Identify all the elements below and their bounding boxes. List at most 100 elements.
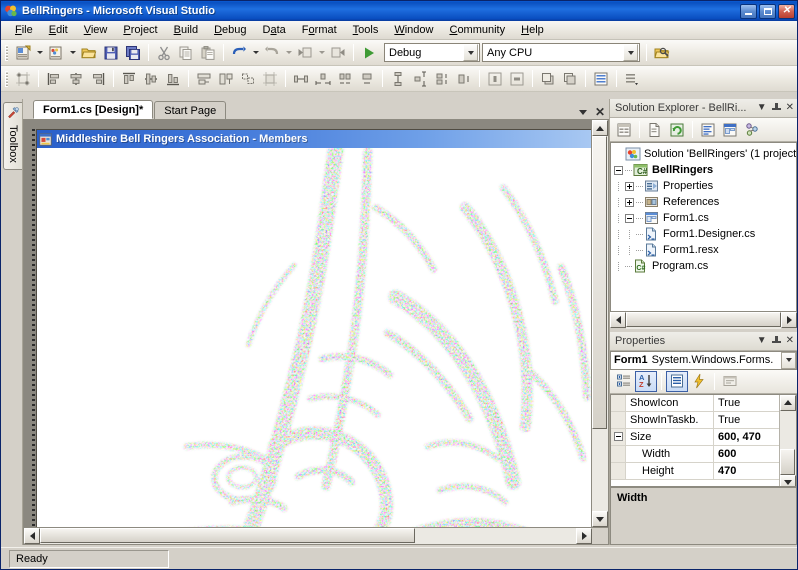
chevron-down-icon[interactable] xyxy=(463,44,478,61)
property-value[interactable]: True xyxy=(714,412,779,428)
add-new-item-icon[interactable] xyxy=(45,42,67,64)
bring-to-front-icon[interactable] xyxy=(537,68,559,90)
horizontal-spacing-remove-icon[interactable] xyxy=(356,68,378,90)
solution-explorer-tree[interactable]: Solution 'BellRingers' (1 project) C# xyxy=(610,142,797,312)
property-pages-icon[interactable] xyxy=(719,371,741,392)
tree-item-form1-cs[interactable]: Form1.cs xyxy=(614,210,796,226)
properties-view-icon[interactable] xyxy=(666,371,688,392)
tree-item-references[interactable]: References xyxy=(614,194,796,210)
toolbox-tab[interactable]: Toolbox xyxy=(3,102,22,170)
property-row[interactable]: ShowIcon True xyxy=(611,395,779,412)
platform-combo[interactable]: Any CPU xyxy=(482,43,640,62)
vertical-spacing-equal-icon[interactable] xyxy=(387,68,409,90)
tree-item-form1-resx[interactable]: Form1.resx xyxy=(614,242,796,258)
navigate-backward-icon[interactable] xyxy=(294,42,316,64)
menu-debug[interactable]: Debug xyxy=(206,22,254,38)
vertical-spacing-decrease-icon[interactable] xyxy=(431,68,453,90)
property-value[interactable]: 600, 470 xyxy=(714,429,779,445)
scroll-right-button[interactable] xyxy=(576,528,592,544)
new-project-icon[interactable] xyxy=(12,42,34,64)
menu-help[interactable]: Help xyxy=(513,22,552,38)
solution-explorer-hscrollbar[interactable] xyxy=(610,312,797,329)
close-icon[interactable]: ✕ xyxy=(786,103,794,113)
hscroll-thumb[interactable] xyxy=(626,312,781,327)
align-bottoms-icon[interactable] xyxy=(162,68,184,90)
scroll-down-button[interactable] xyxy=(780,475,796,487)
make-same-size-icon[interactable] xyxy=(237,68,259,90)
menu-file[interactable]: File xyxy=(7,22,41,38)
make-same-width-icon[interactable] xyxy=(193,68,215,90)
auto-hide-pin-icon[interactable] xyxy=(772,336,781,346)
window-menu-chevron-down-icon[interactable]: ▼ xyxy=(757,336,767,346)
expand-icon[interactable] xyxy=(625,182,634,191)
tab-form1-design[interactable]: Form1.cs [Design]* xyxy=(33,100,153,119)
events-view-icon[interactable] xyxy=(688,371,710,392)
form-designer-window[interactable]: Middleshire Bell Ringers Association - M… xyxy=(36,129,592,527)
align-tops-icon[interactable] xyxy=(118,68,140,90)
selection-grip-left[interactable] xyxy=(32,129,35,527)
chevron-down-icon[interactable] xyxy=(781,352,796,369)
tab-order-icon[interactable] xyxy=(590,68,612,90)
menu-project[interactable]: Project xyxy=(115,22,165,38)
menu-build[interactable]: Build xyxy=(166,22,206,38)
navigate-forward-icon[interactable] xyxy=(327,42,349,64)
view-code-icon[interactable] xyxy=(697,119,719,140)
designer-vscrollbar[interactable] xyxy=(591,120,608,527)
tree-item-form1-designer-cs[interactable]: Form1.Designer.cs xyxy=(614,226,796,242)
size-to-grid-icon[interactable] xyxy=(259,68,281,90)
tree-item-solution[interactable]: Solution 'BellRingers' (1 project) xyxy=(614,146,796,162)
refresh-icon[interactable] xyxy=(666,119,688,140)
property-row-size[interactable]: Size 600, 470 xyxy=(611,429,779,446)
align-to-grid-icon[interactable] xyxy=(12,68,34,90)
menu-edit[interactable]: Edit xyxy=(41,22,76,38)
collapse-icon[interactable] xyxy=(614,432,623,441)
view-designer-icon[interactable] xyxy=(719,119,741,140)
undo-dropdown-icon[interactable] xyxy=(250,42,261,64)
window-menu-chevron-down-icon[interactable]: ▼ xyxy=(757,103,767,113)
toolbar-grip[interactable] xyxy=(5,45,8,61)
save-all-icon[interactable] xyxy=(122,42,144,64)
vscroll-track[interactable] xyxy=(592,136,608,511)
vertical-spacing-remove-icon[interactable] xyxy=(453,68,475,90)
alphabetical-sort-icon[interactable]: A Z xyxy=(635,371,657,392)
menu-format[interactable]: Format xyxy=(294,22,345,38)
center-vertically-icon[interactable] xyxy=(506,68,528,90)
start-debugging-icon[interactable] xyxy=(358,42,380,64)
scroll-up-button[interactable] xyxy=(592,120,608,136)
auto-hide-pin-icon[interactable] xyxy=(772,103,781,113)
navigate-backward-dropdown-icon[interactable] xyxy=(316,42,327,64)
save-icon[interactable] xyxy=(100,42,122,64)
redo-dropdown-icon[interactable] xyxy=(283,42,294,64)
properties-grid[interactable]: ShowIcon True ShowInTaskb. True Size 600 xyxy=(610,394,797,487)
menu-view[interactable]: View xyxy=(76,22,116,38)
horizontal-spacing-equal-icon[interactable] xyxy=(290,68,312,90)
collapse-icon[interactable] xyxy=(614,166,623,175)
tab-start-page[interactable]: Start Page xyxy=(154,101,226,119)
menu-window[interactable]: Window xyxy=(386,22,441,38)
hscroll-thumb[interactable] xyxy=(40,528,415,543)
menu-tools[interactable]: Tools xyxy=(345,22,387,38)
align-rights-icon[interactable] xyxy=(87,68,109,90)
redo-icon[interactable] xyxy=(261,42,283,64)
close-button[interactable]: ✕ xyxy=(778,4,795,19)
class-diagram-icon[interactable] xyxy=(741,119,763,140)
cut-icon[interactable] xyxy=(153,42,175,64)
vertical-spacing-increase-icon[interactable] xyxy=(409,68,431,90)
align-middles-icon[interactable] xyxy=(140,68,162,90)
add-new-item-dropdown-icon[interactable] xyxy=(67,42,78,64)
menu-data[interactable]: Data xyxy=(255,22,294,38)
configuration-combo[interactable]: Debug xyxy=(384,43,480,62)
chevron-down-icon[interactable] xyxy=(623,44,638,61)
vscroll-thumb[interactable] xyxy=(592,136,607,429)
hscroll-track[interactable] xyxy=(40,528,576,544)
property-value[interactable]: 470 xyxy=(714,463,779,479)
properties-object-selector[interactable]: Form1 System.Windows.Forms. xyxy=(610,351,797,370)
tree-item-properties[interactable]: Properties xyxy=(614,178,796,194)
scroll-left-button[interactable] xyxy=(24,528,40,544)
tree-item-bellringers-project[interactable]: C# BellRingers xyxy=(614,162,796,178)
horizontal-spacing-increase-icon[interactable] xyxy=(312,68,334,90)
center-horizontally-icon[interactable] xyxy=(484,68,506,90)
new-project-dropdown-icon[interactable] xyxy=(34,42,45,64)
scroll-down-button[interactable] xyxy=(592,511,608,527)
property-value[interactable]: 600 xyxy=(714,446,779,462)
